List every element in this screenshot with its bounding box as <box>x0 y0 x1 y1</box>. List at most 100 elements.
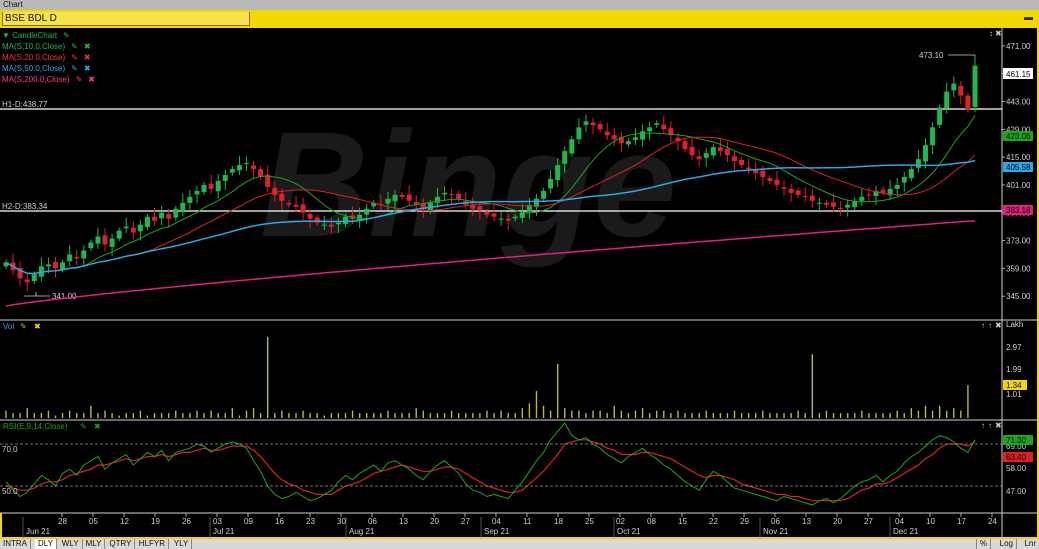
candle-body[interactable] <box>286 203 292 205</box>
candle-body[interactable] <box>590 122 596 126</box>
candle-body[interactable] <box>944 91 950 109</box>
candle-body[interactable] <box>937 107 943 125</box>
candle-body[interactable] <box>816 202 822 204</box>
legend-item[interactable]: MA(S,10.0,Close) ✎ ✖ <box>2 41 91 52</box>
candle-body[interactable] <box>180 202 186 212</box>
candle-body[interactable] <box>562 151 568 164</box>
legend-item[interactable]: MA(S,200.0,Close) ✎ ✖ <box>2 74 95 85</box>
percent-button[interactable]: % <box>975 539 991 549</box>
candle-body[interactable] <box>555 165 561 181</box>
timeframe-tab[interactable]: QTRY <box>106 539 136 549</box>
timeframe-tab[interactable]: WLY <box>59 539 83 549</box>
legend-item[interactable]: ▼ CandleChart ✎ <box>2 30 70 41</box>
candle-body[interactable] <box>774 179 780 185</box>
candle-body[interactable] <box>541 190 547 199</box>
candle-body[interactable] <box>491 213 497 217</box>
candle-body[interactable] <box>123 226 129 229</box>
candle-body[interactable] <box>505 218 511 221</box>
rsi-panel[interactable] <box>0 420 1002 513</box>
pencil-icon[interactable]: ✎ <box>71 64 78 73</box>
candle-body[interactable] <box>300 204 306 213</box>
candle-body[interactable] <box>258 169 264 177</box>
volume-label[interactable]: Vol <box>3 322 14 331</box>
candle-body[interactable] <box>724 148 730 156</box>
candle-body[interactable] <box>838 207 844 209</box>
candle-body[interactable] <box>102 235 108 245</box>
panel-up-icon[interactable]: ↑ <box>988 321 992 330</box>
candle-body[interactable] <box>732 156 738 162</box>
candle-body[interactable] <box>137 224 143 232</box>
rsi-label[interactable]: RSI(E,9,14,Close) <box>3 422 68 431</box>
candle-body[interactable] <box>548 178 554 189</box>
candle-body[interactable] <box>576 127 582 140</box>
candle-body[interactable] <box>31 274 37 282</box>
candle-body[interactable] <box>81 250 87 259</box>
candle-body[interactable] <box>930 127 936 146</box>
pencil-icon[interactable]: ✎ <box>71 53 78 62</box>
candle-body[interactable] <box>717 147 723 152</box>
candle-body[interactable] <box>236 165 242 171</box>
panel-up-icon[interactable]: ↑ <box>981 421 985 430</box>
candle-body[interactable] <box>477 206 483 211</box>
pencil-icon[interactable]: ✎ <box>76 75 83 84</box>
candle-body[interactable] <box>88 242 94 249</box>
candle-body[interactable] <box>251 165 257 170</box>
candle-body[interactable] <box>45 264 51 267</box>
candle-body[interactable] <box>53 261 59 269</box>
candle-body[interactable] <box>194 190 200 195</box>
candle-body[interactable] <box>696 156 702 160</box>
candle-body[interactable] <box>335 222 341 225</box>
candle-body[interactable] <box>647 127 653 132</box>
candle-body[interactable] <box>767 178 773 181</box>
chart-canvas[interactable]: Binge H1-D:438.77 H2-D:383.34 473.10 341… <box>0 28 1039 539</box>
legend-item[interactable]: MA(S,50.0,Close) ✎ ✖ <box>2 63 91 74</box>
candle-body[interactable] <box>399 194 405 197</box>
panel-close-icon[interactable]: ✖ <box>995 321 1002 330</box>
candle-body[interactable] <box>307 213 313 219</box>
candle-body[interactable] <box>859 196 865 201</box>
candle-body[interactable] <box>201 184 207 193</box>
timeframe-tab[interactable]: INTRA <box>0 539 31 549</box>
linear-button[interactable]: Lnr <box>1021 539 1039 549</box>
panel-close-icon[interactable]: ✖ <box>995 421 1002 430</box>
candle-body[interactable] <box>682 141 688 150</box>
candle-body[interactable] <box>788 188 794 193</box>
candle-body[interactable] <box>831 202 837 207</box>
candle-body[interactable] <box>597 124 603 130</box>
close-icon[interactable]: ✖ <box>88 75 95 84</box>
candle-body[interactable] <box>222 174 228 181</box>
candle-body[interactable] <box>915 159 921 168</box>
candle-body[interactable] <box>130 227 136 233</box>
candle-body[interactable] <box>965 95 971 110</box>
candle-body[interactable] <box>456 193 462 199</box>
candle-body[interactable] <box>972 65 978 108</box>
legend-item[interactable]: MA(S,20.0,Close) ✎ ✖ <box>2 52 91 63</box>
candle-body[interactable] <box>951 83 957 91</box>
candle-body[interactable] <box>746 167 752 170</box>
candle-body[interactable] <box>229 169 235 173</box>
pencil-icon[interactable]: ✎ <box>20 322 27 331</box>
close-icon[interactable]: ✖ <box>34 322 41 331</box>
candle-body[interactable] <box>760 170 766 177</box>
candle-body[interactable] <box>739 159 745 166</box>
log-button[interactable]: Log <box>997 539 1017 549</box>
close-icon[interactable]: ✖ <box>94 422 101 431</box>
pencil-icon[interactable]: ✎ <box>63 31 70 40</box>
candle-body[interactable] <box>24 279 30 283</box>
candle-body[interactable] <box>583 121 589 125</box>
timeframe-tab[interactable]: HLFYR <box>136 539 170 549</box>
close-icon[interactable]: ✖ <box>84 64 91 73</box>
candle-body[interactable] <box>689 146 695 156</box>
close-icon[interactable]: ✖ <box>84 42 91 51</box>
candle-body[interactable] <box>512 216 518 219</box>
candle-body[interactable] <box>152 216 158 221</box>
candle-body[interactable] <box>795 190 801 195</box>
candle-body[interactable] <box>958 86 964 96</box>
candle-body[interactable] <box>654 123 660 125</box>
candle-body[interactable] <box>67 254 73 262</box>
candle-body[interactable] <box>272 188 278 195</box>
candle-body[interactable] <box>922 145 928 162</box>
candle-body[interactable] <box>293 204 299 207</box>
candle-body[interactable] <box>442 192 448 195</box>
candle-body[interactable] <box>321 224 327 226</box>
